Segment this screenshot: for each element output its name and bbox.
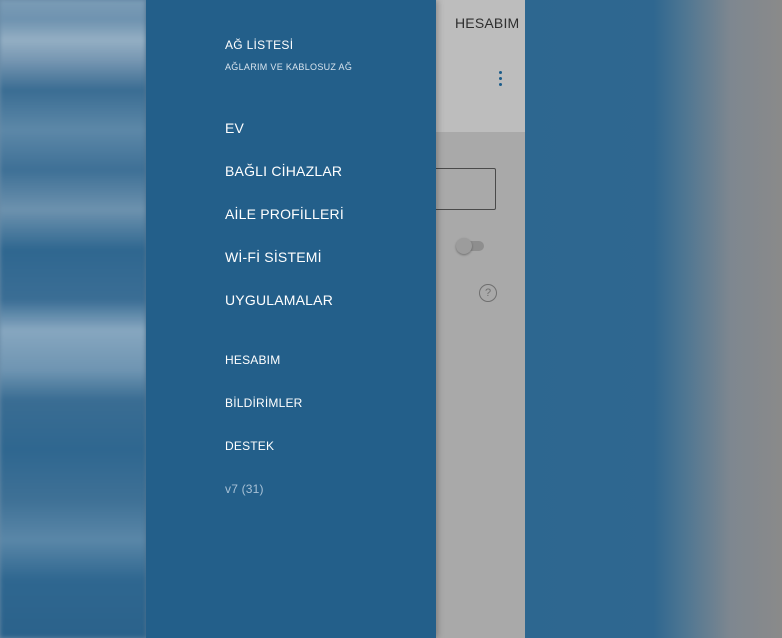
more-vertical-icon[interactable] xyxy=(499,71,503,87)
network-list-title: AĞ LİSTESİ xyxy=(225,38,294,52)
nav-item-account[interactable]: HESABIM xyxy=(225,353,303,396)
header-title: HESABIM xyxy=(455,15,520,31)
nav-item-support[interactable]: DESTEK xyxy=(225,439,303,482)
toggle-thumb xyxy=(456,238,472,254)
secondary-nav: HESABIM BİLDİRİMLER DESTEK xyxy=(225,353,303,482)
app-header: HESABIM xyxy=(436,0,525,132)
background-left xyxy=(0,0,146,638)
nav-item-connected-devices[interactable]: BAĞLI CİHAZLAR xyxy=(225,163,344,206)
navigation-drawer: AĞ LİSTESİ AĞLARIM VE KABLOSUZ AĞ EV BAĞ… xyxy=(146,0,436,638)
nav-item-wifi-system[interactable]: Wİ-Fİ SİSTEMİ xyxy=(225,249,344,292)
background-right xyxy=(525,0,782,638)
toggle-switch[interactable] xyxy=(456,238,488,254)
question-circle-icon[interactable]: ? xyxy=(479,284,497,302)
text-input-field[interactable] xyxy=(426,168,496,210)
network-list-subtitle: AĞLARIM VE KABLOSUZ AĞ xyxy=(225,62,353,72)
app-version: v7 (31) xyxy=(225,482,264,496)
primary-nav: EV BAĞLI CİHAZLAR AİLE PROFİLLERİ Wİ-Fİ … xyxy=(225,120,344,335)
app-content-behind-drawer: HESABIM ? xyxy=(426,0,525,638)
nav-item-home[interactable]: EV xyxy=(225,120,344,163)
nav-item-family-profiles[interactable]: AİLE PROFİLLERİ xyxy=(225,206,344,249)
nav-item-apps[interactable]: UYGULAMALAR xyxy=(225,292,344,335)
network-list-header[interactable]: AĞ LİSTESİ AĞLARIM VE KABLOSUZ AĞ xyxy=(225,38,352,72)
nav-item-notifications[interactable]: BİLDİRİMLER xyxy=(225,396,303,439)
